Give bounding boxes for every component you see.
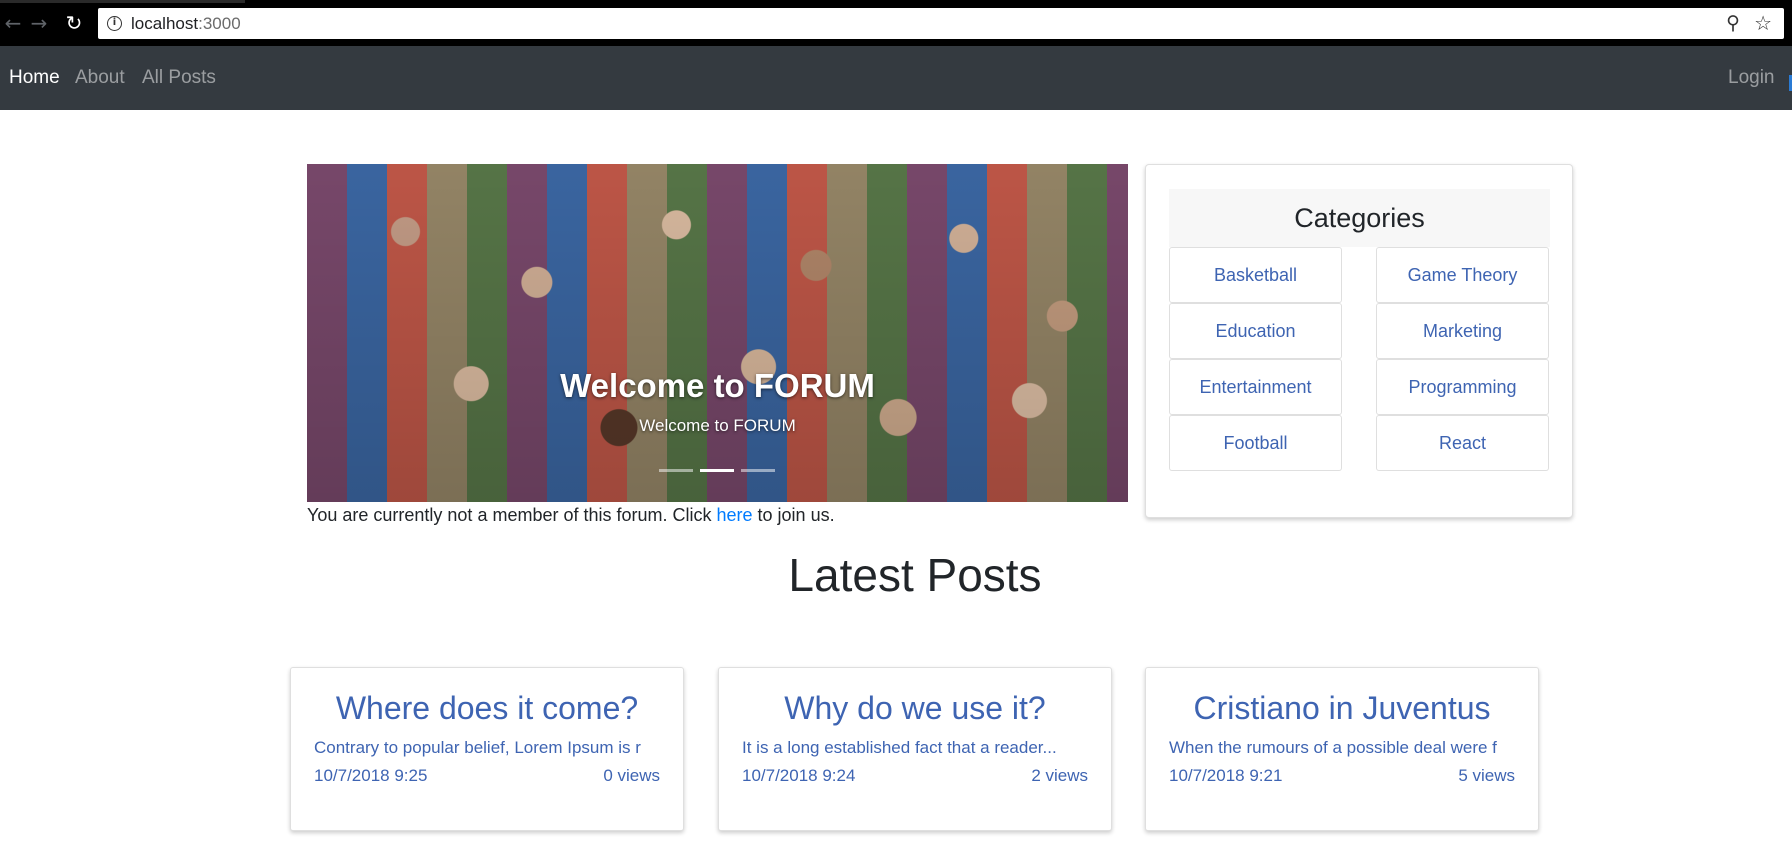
carousel-caption-text: Welcome to FORUM: [639, 416, 796, 435]
latest-posts-heading: Latest Posts: [788, 549, 1042, 601]
category-programming[interactable]: Programming: [1376, 359, 1549, 415]
post-title[interactable]: Why do we use it?: [719, 690, 1111, 727]
hero-carousel[interactable]: Welcome to FORUM Welcome to FORUM: [307, 164, 1128, 502]
category-marketing[interactable]: Marketing: [1376, 303, 1549, 359]
carousel-image: [307, 164, 1128, 502]
back-icon[interactable]: ←: [2, 12, 24, 34]
post-card[interactable]: Cristiano in Juventus When the rumours o…: [1145, 667, 1539, 831]
tab-strip: [0, 0, 245, 3]
browser-toolbar: ← → ↻ i localhost:3000 ⚲ ☆: [0, 0, 1792, 46]
post-title[interactable]: Where does it come?: [291, 690, 683, 727]
post-card[interactable]: Why do we use it? It is a long establish…: [718, 667, 1112, 831]
url-text[interactable]: localhost:3000: [131, 14, 241, 34]
post-views: 2 views: [1031, 766, 1088, 785]
carousel-indicator-3[interactable]: [741, 469, 775, 472]
url-port: :3000: [198, 14, 241, 33]
category-react[interactable]: React: [1376, 415, 1549, 471]
category-game-theory[interactable]: Game Theory: [1376, 247, 1549, 303]
categories-card: Categories Basketball Game Theory Educat…: [1145, 164, 1573, 518]
category-football[interactable]: Football: [1169, 415, 1342, 471]
post-views: 5 views: [1458, 766, 1515, 785]
category-education[interactable]: Education: [1169, 303, 1342, 359]
site-info-icon[interactable]: i: [107, 16, 122, 31]
membership-notice: You are currently not a member of this f…: [307, 505, 835, 526]
carousel-indicator-2[interactable]: [700, 469, 734, 472]
nav-all-posts[interactable]: All Posts: [142, 67, 216, 89]
bookmark-star-icon[interactable]: ☆: [1754, 11, 1772, 35]
carousel-indicators: [659, 469, 783, 473]
forward-icon[interactable]: →: [28, 12, 50, 34]
post-excerpt: When the rumours of a possible deal were…: [1169, 738, 1497, 757]
post-date: 10/7/2018 9:25: [314, 766, 428, 785]
post-date: 10/7/2018 9:21: [1169, 766, 1283, 785]
url-host: localhost: [131, 14, 199, 33]
membership-suffix: to join us.: [752, 505, 835, 525]
categories-title: Categories: [1169, 189, 1550, 247]
post-date: 10/7/2018 9:24: [742, 766, 856, 785]
post-title[interactable]: Cristiano in Juventus: [1146, 690, 1538, 727]
post-views: 0 views: [603, 766, 660, 785]
nav-home[interactable]: Home: [9, 67, 60, 89]
carousel-caption-title: Welcome to FORUM: [560, 367, 875, 404]
post-card[interactable]: Where does it come? Contrary to popular …: [290, 667, 684, 831]
nav-login[interactable]: Login: [1728, 67, 1775, 89]
category-entertainment[interactable]: Entertainment: [1169, 359, 1342, 415]
carousel-indicator-1[interactable]: [659, 469, 693, 472]
join-link[interactable]: here: [717, 505, 753, 525]
address-bar[interactable]: i localhost:3000 ⚲ ☆: [98, 8, 1784, 39]
membership-prefix: You are currently not a member of this f…: [307, 505, 717, 525]
site-navbar: Home About All Posts Login: [0, 46, 1792, 110]
zoom-icon[interactable]: ⚲: [1726, 12, 1740, 34]
post-excerpt: Contrary to popular belief, Lorem Ipsum …: [314, 738, 641, 757]
category-basketball[interactable]: Basketball: [1169, 247, 1342, 303]
post-excerpt: It is a long established fact that a rea…: [742, 738, 1057, 757]
reload-icon[interactable]: ↻: [63, 12, 85, 34]
nav-about[interactable]: About: [75, 67, 125, 89]
